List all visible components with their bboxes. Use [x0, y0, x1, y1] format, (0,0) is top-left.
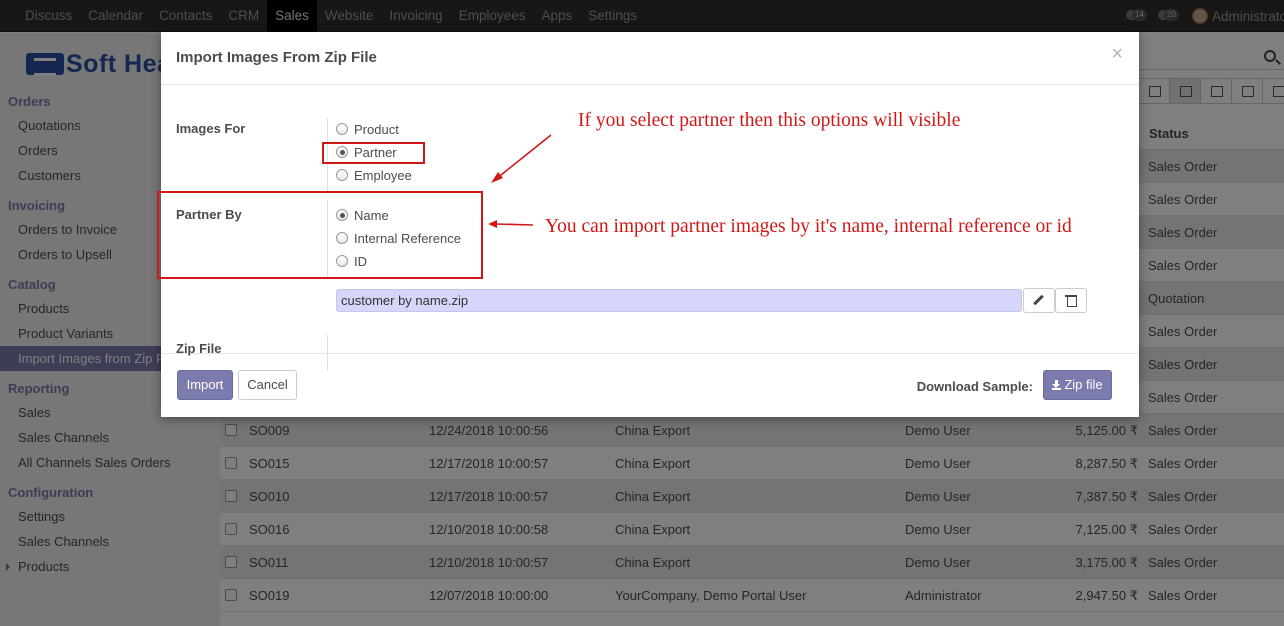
radio-employee[interactable]: Employee — [336, 166, 412, 184]
download-zip-button[interactable]: Zip file — [1043, 370, 1112, 400]
radio-button[interactable] — [336, 123, 348, 135]
pencil-icon[interactable] — [1023, 288, 1055, 313]
radio-label: Employee — [354, 167, 412, 183]
radio-button[interactable] — [336, 169, 348, 181]
dialog-footer: Import Cancel Download Sample: Zip file — [161, 354, 1139, 416]
close-icon[interactable]: × — [1111, 44, 1123, 64]
radio-product[interactable]: Product — [336, 120, 399, 138]
radio-label: Product — [354, 121, 399, 137]
dialog-title: Import Images From Zip File — [176, 49, 377, 66]
dialog-header: Import Images From Zip File × — [161, 32, 1139, 85]
annotation-partner-highlight — [322, 142, 425, 164]
annotation-side-text: You can import partner images by it's na… — [545, 216, 1072, 237]
cancel-button[interactable]: Cancel — [238, 370, 297, 400]
download-icon — [1052, 380, 1062, 390]
images-for-label: Images For — [176, 121, 246, 136]
download-sample-label: Download Sample: — [916, 379, 1033, 394]
import-button[interactable]: Import — [177, 370, 233, 400]
trash-icon[interactable] — [1055, 288, 1087, 313]
zip-button-label: Zip file — [1064, 377, 1103, 392]
annotation-partner-by-highlight — [157, 191, 483, 279]
zip-file-input[interactable]: customer by name.zip — [336, 289, 1022, 312]
annotation-top-text: If you select partner then this options … — [578, 110, 961, 131]
